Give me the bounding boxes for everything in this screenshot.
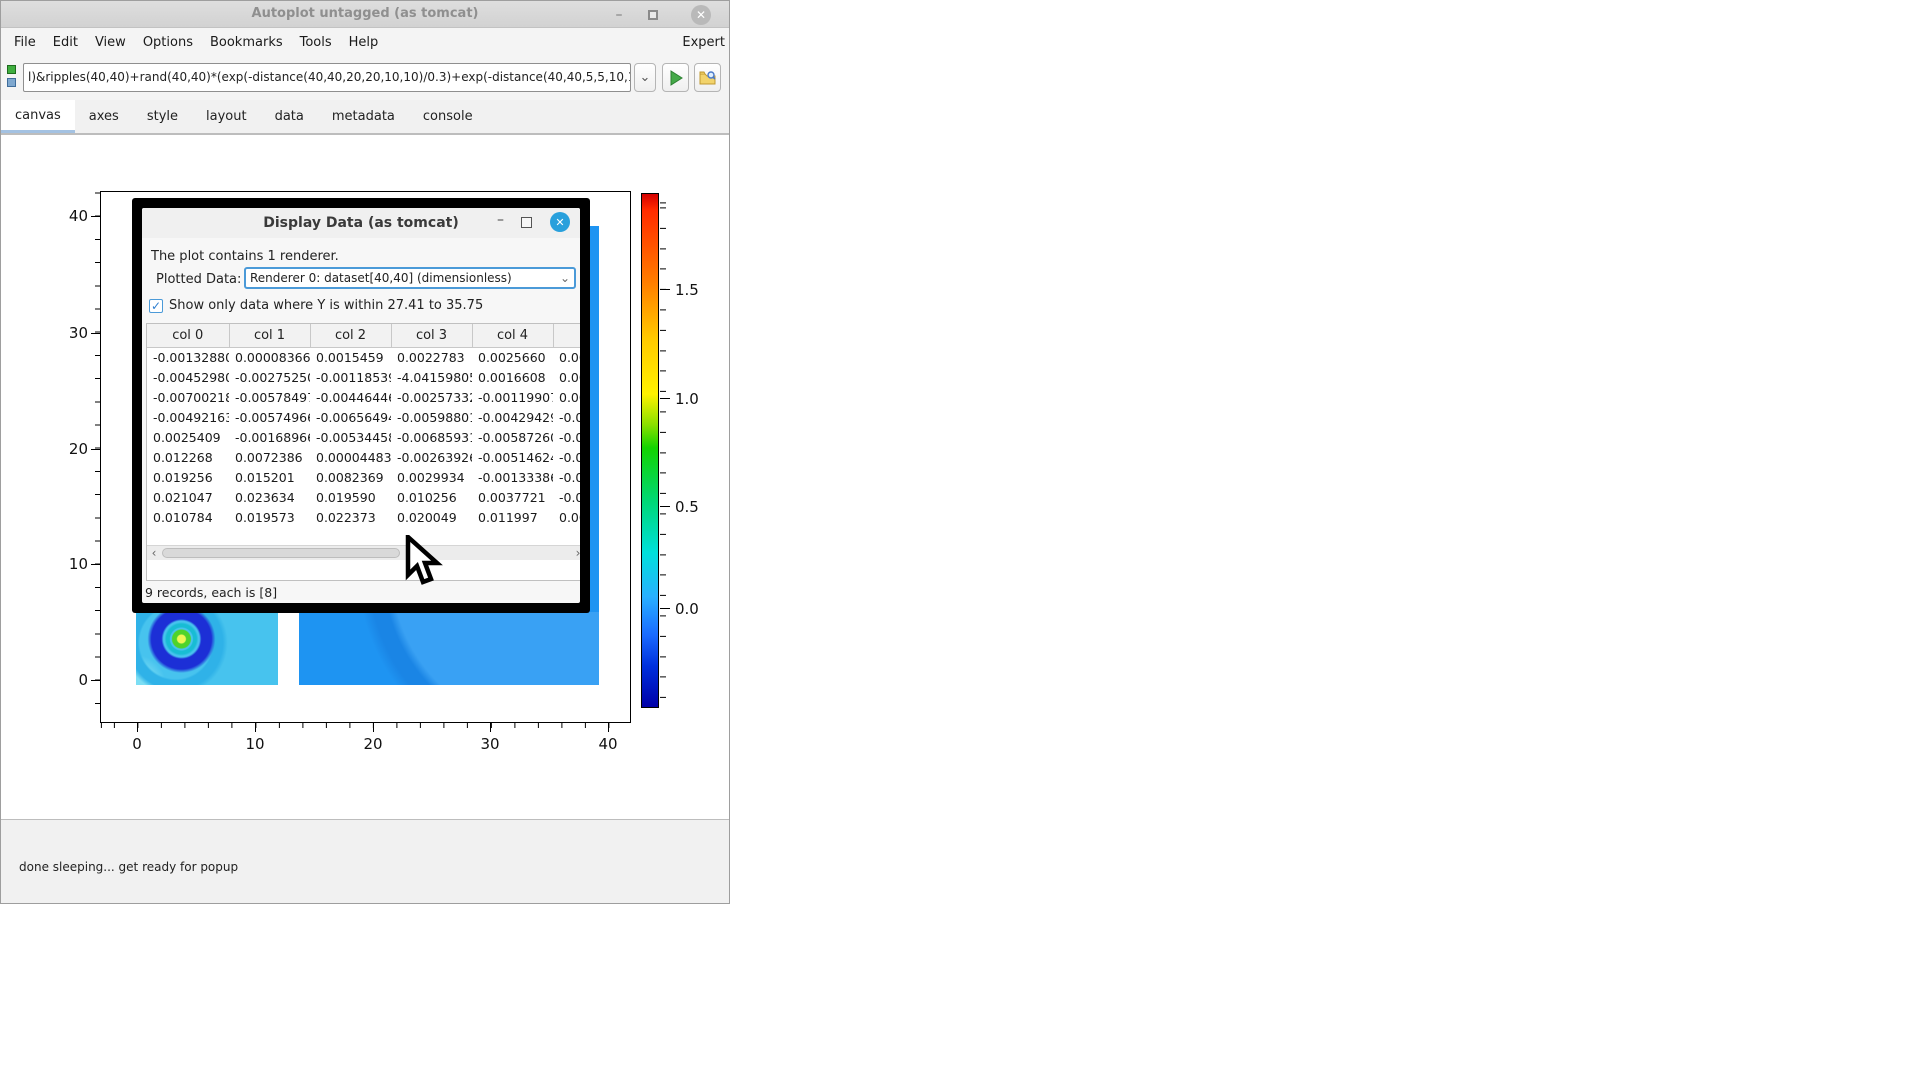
tab-bar: canvas axes style layout data metadata c…: [1, 100, 729, 135]
filter-row: ✓ Show only data where Y is within 27.41…: [149, 298, 483, 313]
maximize-icon: [648, 10, 658, 20]
table-row[interactable]: -0.00452980...-0.00275250...-0.00118539.…: [147, 367, 580, 387]
menu-options[interactable]: Options: [143, 35, 193, 50]
filter-label: Show only data where Y is within 27.41 t…: [169, 298, 483, 313]
renderer-summary-text: The plot contains 1 renderer.: [151, 249, 339, 264]
menu-help[interactable]: Help: [349, 35, 379, 50]
tab-layout[interactable]: layout: [192, 100, 261, 133]
colorbar-tick-label: 0.5: [675, 498, 709, 516]
blue-square-icon: [7, 78, 16, 87]
menu-view[interactable]: View: [95, 35, 126, 50]
column-header[interactable]: col 1: [229, 324, 310, 347]
window-close-button[interactable]: ✕: [691, 5, 711, 25]
menu-file[interactable]: File: [14, 35, 36, 50]
table-row[interactable]: -0.00132880...0.0000836620.00154590.0022…: [147, 347, 580, 367]
colorbar-minor-ticks: [660, 193, 666, 708]
plotted-data-select[interactable]: Renderer 0: dataset[40,40] (dimensionles…: [244, 267, 576, 289]
x-tick-label: 20: [353, 735, 393, 753]
menu-bar: File Edit View Options Bookmarks Tools H…: [1, 29, 729, 56]
x-tick-label: 40: [588, 735, 628, 753]
table-row[interactable]: 0.0192560.0152010.00823690.0029934-0.001…: [147, 467, 580, 487]
table-row[interactable]: 0.0025409-0.00168966...-0.00534458...-0.…: [147, 427, 580, 447]
records-count-label: 9 records, each is [8]: [145, 585, 277, 600]
y-tick-label: 0: [48, 671, 88, 689]
column-header[interactable]: col 2: [310, 324, 391, 347]
window-maximize-button[interactable]: [643, 5, 663, 25]
y-tick-label: 20: [48, 440, 88, 458]
window-minimize-button[interactable]: –: [609, 5, 629, 25]
uri-toolbar: l)&ripples(40,40)+rand(40,40)*(exp(-dist…: [1, 56, 729, 100]
colorbar-tick-label: 0.0: [675, 600, 709, 618]
mouse-cursor: [404, 535, 444, 591]
scroll-left-icon[interactable]: ‹: [147, 546, 161, 560]
tab-canvas[interactable]: canvas: [1, 100, 75, 133]
data-table[interactable]: col 0 col 1 col 2 col 3 col 4 -0.0013288…: [146, 323, 580, 581]
table-row[interactable]: 0.0107840.0195730.0223730.0200490.011997…: [147, 507, 580, 527]
column-header[interactable]: col 0: [147, 324, 229, 347]
scroll-right-icon[interactable]: ›: [571, 546, 580, 560]
table-row[interactable]: -0.00700218...-0.00578497...-0.00446446.…: [147, 387, 580, 407]
datasource-type-icon[interactable]: [7, 65, 19, 91]
folder-magnifier-icon: [699, 70, 717, 86]
dialog-close-button[interactable]: ✕: [550, 212, 570, 232]
tab-console[interactable]: console: [409, 100, 487, 133]
menu-bookmarks[interactable]: Bookmarks: [210, 35, 283, 50]
scrollbar-thumb[interactable]: [162, 548, 400, 558]
tab-axes[interactable]: axes: [75, 100, 133, 133]
y-tick-label: 30: [48, 324, 88, 342]
column-header[interactable]: col 3: [391, 324, 472, 347]
menu-edit[interactable]: Edit: [53, 35, 78, 50]
x-tick-label: 30: [470, 735, 510, 753]
colorbar[interactable]: [641, 193, 659, 708]
window-titlebar[interactable]: Autoplot untagged (as tomcat) – ✕: [1, 1, 729, 28]
play-icon: [668, 70, 684, 86]
tab-data[interactable]: data: [261, 100, 318, 133]
y-tick-label: 40: [48, 207, 88, 225]
tab-metadata[interactable]: metadata: [318, 100, 409, 133]
chevron-down-icon: ⌄: [560, 269, 570, 287]
colorbar-tick-label: 1.0: [675, 390, 709, 408]
uri-dropdown-button[interactable]: ⌄: [634, 63, 656, 92]
table-row[interactable]: -0.00492163...-0.00574966...-0.00656494.…: [147, 407, 580, 427]
x-axis-minor-ticks: [100, 723, 631, 728]
status-message: done sleeping... get ready for popup: [19, 860, 238, 874]
x-tick-label: 10: [235, 735, 275, 753]
table-row[interactable]: 0.0122680.00723860.000044839-0.00263926.…: [147, 447, 580, 467]
plotted-data-value: Renderer 0: dataset[40,40] (dimensionles…: [250, 271, 512, 285]
dialog-title: Display Data (as tomcat): [142, 215, 580, 231]
uri-input[interactable]: l)&ripples(40,40)+rand(40,40)*(exp(-dist…: [23, 63, 631, 92]
x-tick-label: 0: [117, 735, 157, 753]
filter-checkbox[interactable]: ✓: [149, 299, 163, 313]
menu-tools[interactable]: Tools: [300, 35, 332, 50]
table-header-row: col 0 col 1 col 2 col 3 col 4: [147, 324, 580, 347]
colorbar-tick-label: 1.5: [675, 281, 709, 299]
dialog-minimize-button[interactable]: –: [497, 212, 504, 228]
dialog-titlebar[interactable]: Display Data (as tomcat) – ✕: [142, 208, 580, 238]
plotted-data-label: Plotted Data:: [156, 272, 241, 287]
column-header[interactable]: [553, 324, 580, 347]
plot-go-button[interactable]: [662, 63, 689, 92]
y-axis-minor-ticks: [95, 191, 100, 723]
file-browse-button[interactable]: [694, 63, 721, 92]
column-header[interactable]: col 4: [472, 324, 553, 347]
expert-mode-label[interactable]: Expert: [682, 35, 725, 50]
plot-canvas[interactable]: 0 10 20 30 40 40 30 20 10 0 1.5 1.0 0.5 …: [1, 135, 729, 819]
tab-style[interactable]: style: [133, 100, 192, 133]
horizontal-scrollbar[interactable]: ‹ ›: [147, 545, 580, 560]
dialog-maximize-button[interactable]: [521, 217, 532, 228]
table-row[interactable]: 0.0210470.0236340.0195900.0102560.003772…: [147, 487, 580, 507]
green-square-icon: [7, 65, 16, 74]
autoplot-window: Autoplot untagged (as tomcat) – ✕ File E…: [0, 0, 730, 904]
status-bar: done sleeping... get ready for popup: [1, 819, 729, 903]
display-data-dialog: Display Data (as tomcat) – ✕ The plot co…: [132, 198, 590, 613]
y-tick-label: 10: [48, 555, 88, 573]
